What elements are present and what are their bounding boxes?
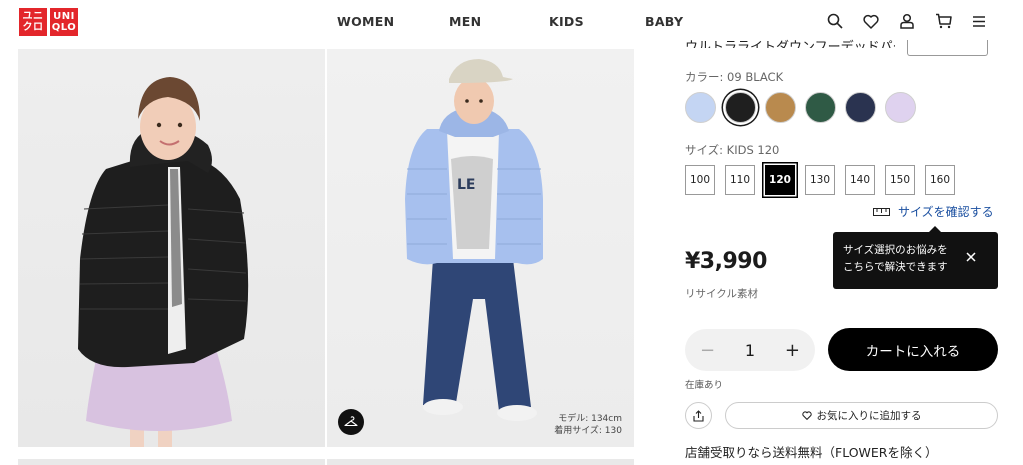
- size-help-tooltip: サイズ選択のお悩みを こちらで解決できます: [833, 226, 998, 289]
- add-to-favorites-button[interactable]: お気に入りに追加する: [725, 402, 998, 429]
- color-swatch[interactable]: [845, 92, 876, 123]
- svg-text:LE: LE: [457, 177, 475, 193]
- size-option[interactable]: 160: [925, 165, 955, 195]
- nav-men[interactable]: MEN: [449, 14, 481, 29]
- color-swatch[interactable]: [685, 92, 716, 123]
- product-details: ウルトラライトダウンフーデッドパーカ カラー: 09 BLACK サイズ: KI…: [685, 0, 1005, 465]
- minus-icon[interactable]: −: [700, 340, 715, 361]
- add-to-cart-button[interactable]: カートに入れる: [828, 328, 998, 371]
- heart-icon: [801, 411, 812, 420]
- product-title: ウルトラライトダウンフーデッドパーカ: [685, 40, 895, 48]
- price: ¥3,990: [685, 249, 767, 274]
- store-pickup-note: 店舗受取りなら送料無料（FLOWERを除く）: [685, 445, 938, 460]
- product-gallery: LE モデル: 134cm 着用サイズ: 130: [18, 49, 634, 465]
- nav-kids[interactable]: KIDS: [549, 14, 584, 29]
- next-photo-strip-right: [327, 459, 634, 465]
- size-option[interactable]: 150: [885, 165, 915, 195]
- size-option[interactable]: 110: [725, 165, 755, 195]
- nav-women[interactable]: WOMEN: [337, 14, 394, 29]
- size-option[interactable]: 140: [845, 165, 875, 195]
- size-option[interactable]: 100: [685, 165, 715, 195]
- logo-katakana: ユニ クロ: [19, 8, 47, 36]
- size-check-label: サイズを確認する: [898, 205, 994, 219]
- model-height: モデル: 134cm: [558, 414, 622, 424]
- color-swatches: [685, 92, 916, 123]
- size-option[interactable]: 130: [805, 165, 835, 195]
- hanger-icon: [344, 416, 358, 427]
- size-options: 100 110 120 130 140 150 160: [685, 165, 955, 195]
- color-label: カラー: 09 BLACK: [685, 70, 784, 84]
- logo-latin: UNI QLO: [50, 8, 78, 36]
- recycled-material-label: リサイクル素材: [685, 288, 758, 300]
- review-button[interactable]: [907, 40, 988, 56]
- color-swatch[interactable]: [805, 92, 836, 123]
- model-size: 着用サイズ: 130: [554, 426, 622, 436]
- color-swatch[interactable]: [885, 92, 916, 123]
- favorite-label: お気に入りに追加する: [816, 410, 922, 422]
- size-check-link[interactable]: サイズを確認する: [873, 203, 994, 220]
- share-button[interactable]: [685, 402, 712, 429]
- quantity-value: 1: [744, 340, 756, 360]
- ruler-icon: [873, 207, 890, 216]
- hanger-button[interactable]: [338, 409, 364, 435]
- size-option[interactable]: 120: [765, 165, 795, 195]
- share-icon: [693, 409, 704, 422]
- product-photo-black[interactable]: [18, 49, 325, 447]
- size-label: サイズ: KIDS 120: [685, 143, 780, 157]
- quantity-stepper: − 1 +: [685, 329, 815, 371]
- color-swatch[interactable]: [765, 92, 796, 123]
- nav-baby[interactable]: BABY: [645, 14, 683, 29]
- product-photo-blue[interactable]: LE: [327, 49, 634, 447]
- color-swatch[interactable]: [725, 92, 756, 123]
- plus-icon[interactable]: +: [785, 340, 800, 361]
- next-photo-strip-left: [18, 459, 325, 465]
- close-icon[interactable]: [964, 250, 978, 264]
- stock-status: 在庫あり: [685, 380, 724, 391]
- uniqlo-logo[interactable]: ユニ クロ UNI QLO: [19, 8, 78, 36]
- model-info: モデル: 134cm 着用サイズ: 130: [554, 413, 622, 437]
